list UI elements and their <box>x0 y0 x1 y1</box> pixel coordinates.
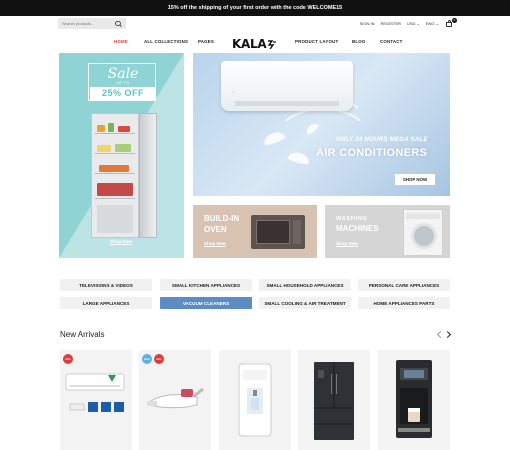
wash-shop-now-link[interactable]: Shop Now <box>336 241 358 246</box>
washer-panel <box>406 213 440 219</box>
sale-badge: Sale <box>63 354 73 364</box>
oven-title-line1: BUILD-IN <box>204 214 240 223</box>
fridge-food <box>108 123 114 132</box>
search-input[interactable] <box>58 21 114 26</box>
sale-discount-text: 25% OFF <box>90 87 156 100</box>
oven-shop-now-link[interactable]: Shop Now <box>204 241 226 246</box>
washer-drum <box>411 223 437 249</box>
category-vacuum-cleaners[interactable]: VACUUM CLEANERS <box>160 297 252 309</box>
nav-contact[interactable]: CONTACT <box>380 39 403 44</box>
category-personal-care[interactable]: PERSONAL CARE APPLIANCES <box>358 279 450 291</box>
ac-banner-title: AIR CONDITIONERS <box>316 147 428 159</box>
oven-window <box>256 220 290 244</box>
handheld-vacuum-icon <box>147 387 204 409</box>
fridge-shelf <box>95 133 135 134</box>
language-select[interactable]: ENG ⌄ <box>426 21 439 26</box>
category-televisions[interactable]: TELEVISIONS & VIDEOS <box>60 279 152 291</box>
promo-bar: 15% off the shipping of your first order… <box>0 0 510 16</box>
sale-frame: Sale UP TO 25% OFF <box>88 63 156 101</box>
fridge-shelf <box>95 198 135 199</box>
fridge-food <box>97 145 111 152</box>
wash-title-line1: WASHING <box>336 216 368 222</box>
category-label: VACUUM CLEANERS <box>182 300 230 306</box>
category-label: SMALL COOLING & AIR TREATMENT <box>264 300 346 306</box>
washing-machine-banner[interactable]: WASHING MACHINES Shop Now <box>325 205 450 258</box>
utility-links: SIGN IN REGISTER USD ⌄ ENG ⌄ 0 <box>360 17 457 29</box>
product-card[interactable] <box>298 350 370 450</box>
category-label: PERSONAL CARE APPLIANCES <box>368 282 440 288</box>
fridge-food <box>97 125 105 132</box>
microwave-oven-image <box>251 215 305 249</box>
oven-title-line2: OVEN <box>204 225 227 234</box>
ac-banner-subtitle: ONLY 24 HOURS MEGA SALE <box>336 137 428 143</box>
nav-home[interactable]: HOME <box>114 39 128 44</box>
oven-control-panel <box>293 220 301 244</box>
fridge-drawer <box>97 183 133 196</box>
nav-all-collections[interactable]: ALL COLLECTIONS <box>144 39 188 44</box>
search-icon[interactable] <box>114 20 122 28</box>
category-home-appliance-parts[interactable]: HOME APPLIANCES PARTS <box>358 297 450 309</box>
category-small-cooling[interactable]: SMALL COOLING & AIR TREATMENT <box>259 297 351 309</box>
fridge-door <box>139 113 157 238</box>
carousel-next-icon[interactable] <box>445 330 453 340</box>
sign-in-link[interactable]: SIGN IN <box>360 21 375 26</box>
product-card[interactable] <box>378 350 450 450</box>
nav-pages[interactable]: PAGES <box>198 39 214 44</box>
category-large-appliances[interactable]: LARGE APPLIANCES <box>60 297 152 309</box>
product-card[interactable] <box>219 350 291 450</box>
category-label: LARGE APPLIANCES <box>82 300 130 306</box>
carousel-prev-icon[interactable] <box>436 330 444 340</box>
site-logo[interactable]: KALA <box>232 37 277 51</box>
sale-badge: Sale <box>154 354 164 364</box>
fridge-food <box>115 144 131 152</box>
double-door-fridge-icon <box>314 362 354 440</box>
logo-mark-icon <box>267 40 277 49</box>
air-conditioner-image: ▪ <box>221 61 353 111</box>
wind-swirl <box>273 108 373 178</box>
fridge-food <box>118 126 130 132</box>
search-box <box>58 18 126 29</box>
logo-text: KALA <box>232 37 267 51</box>
cart-bag <box>446 21 452 27</box>
nav-blog[interactable]: BLOG <box>352 39 365 44</box>
product-card[interactable]: Sale <box>60 350 132 450</box>
new-badge: New <box>142 354 152 364</box>
nav-product-layout[interactable]: PRODUCT LAYOUT <box>295 39 338 44</box>
ac-vent <box>235 101 339 106</box>
category-label: SMALL KITCHEN APPLIANCES <box>171 282 241 288</box>
washing-machine-image <box>403 209 443 256</box>
category-small-household[interactable]: SMALL HOUSEHOLD APPLIANCES <box>259 279 351 291</box>
category-label: TELEVISIONS & VIDEOS <box>79 282 133 288</box>
fridge-shelf <box>95 173 135 174</box>
sale-banner[interactable]: Sale UP TO 25% OFF Shop Now <box>59 53 184 258</box>
new-arrivals-title: New Arrivals <box>60 330 105 339</box>
freezer-drawer <box>97 205 133 233</box>
ac-brand-mark: ▪ <box>233 90 235 94</box>
air-conditioner-banner[interactable]: ▪ ONLY 24 HOURS MEGA SALE AIR CONDITIONE… <box>193 53 450 196</box>
fridge-food <box>99 165 129 172</box>
cart-count-badge: 0 <box>452 17 457 23</box>
oven-banner[interactable]: BUILD-IN OVEN Shop Now <box>193 205 317 258</box>
coffee-machine-icon <box>396 360 432 438</box>
water-dispenser-icon <box>238 363 272 437</box>
product-card[interactable]: New Sale <box>139 350 211 450</box>
air-conditioner-icon <box>65 373 125 412</box>
fridge-image <box>91 113 161 243</box>
wash-title-line2: MACHINES <box>336 224 379 233</box>
sale-shop-now-link[interactable]: Shop Now <box>110 239 132 244</box>
currency-select[interactable]: USD ⌄ <box>407 21 420 26</box>
category-label: SMALL HOUSEHOLD APPLIANCES <box>266 282 344 288</box>
category-label: HOME APPLIANCES PARTS <box>373 300 435 306</box>
register-link[interactable]: REGISTER <box>380 21 400 26</box>
category-small-kitchen[interactable]: SMALL KITCHEN APPLIANCES <box>160 279 252 291</box>
fridge-shelf <box>95 153 135 154</box>
sale-upto-text: UP TO <box>116 81 130 85</box>
ac-shop-now-button[interactable]: SHOP NOW <box>395 174 435 185</box>
sale-script-text: Sale <box>107 66 139 82</box>
cart-icon[interactable]: 0 <box>445 17 457 28</box>
promo-text: 15% off the shipping of your first order… <box>167 5 343 11</box>
